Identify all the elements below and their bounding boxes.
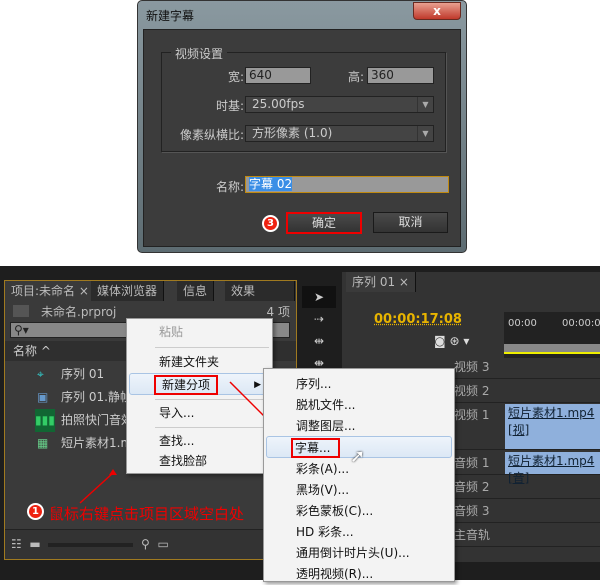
dialog-title: 新建字幕: [146, 9, 195, 23]
search-icon: ⚲▾: [14, 323, 29, 337]
divider: [155, 347, 269, 348]
ok-button[interactable]: 确定: [286, 212, 362, 234]
snap-icon[interactable]: ◙ ⊛ ▾: [434, 334, 469, 348]
width-label: 宽:: [227, 70, 244, 84]
menu-item-find-faces[interactable]: 查找脸部: [127, 450, 272, 472]
name-label: 名称:: [215, 180, 244, 194]
item-label: 序列 01: [61, 367, 105, 381]
timecode[interactable]: 00:00:17:08: [374, 312, 462, 327]
panel-footer: ☷ ▬ ⚲ ▭: [5, 529, 296, 559]
column-name-label: 名称: [13, 344, 38, 358]
audio-clip[interactable]: 短片素材1.mp4 [音]: [505, 452, 600, 485]
par-value: 方形像素 (1.0): [252, 126, 333, 140]
track-select-icon[interactable]: ⇢: [302, 308, 336, 330]
submenu-item-offline-file[interactable]: 脱机文件...: [264, 394, 454, 416]
menu-item-paste[interactable]: 粘贴: [127, 321, 272, 343]
chevron-down-icon: ▼: [417, 126, 433, 141]
submenu-item-adjustment-layer[interactable]: 调整图层...: [264, 415, 454, 437]
width-input[interactable]: 640: [245, 67, 311, 84]
submenu-item-color-matte[interactable]: 彩色蒙板(C)...: [264, 500, 454, 522]
submenu-item-transparent-video[interactable]: 透明视频(R)...: [264, 563, 454, 585]
menu-item-label: 新建分项: [154, 375, 219, 395]
ruler-label: 00:00:05: [562, 318, 600, 329]
height-label: 高:: [347, 70, 364, 84]
tab-media-browser[interactable]: 媒体浏览器: [91, 281, 165, 301]
folder-icon[interactable]: ▭: [157, 537, 168, 551]
name-input[interactable]: 字幕 02: [245, 176, 449, 193]
video-clip-icon: ▦: [37, 436, 49, 450]
annotation-text: 鼠标右键点击项目区域空白处: [49, 505, 245, 523]
icon-view-icon[interactable]: ▬: [29, 537, 40, 551]
submenu-item-black-video[interactable]: 黑场(V)...: [264, 479, 454, 501]
close-button[interactable]: x: [413, 2, 461, 20]
par-select[interactable]: 方形像素 (1.0) ▼: [245, 125, 434, 142]
item-label: 序列 01.静帧: [61, 390, 132, 404]
tab-project[interactable]: 项目:未命名 ×: [5, 281, 96, 301]
project-file: 未命名.prproj: [41, 305, 117, 319]
mouse-cursor-icon: ➚: [350, 446, 366, 467]
timebase-select[interactable]: 25.00fps ▼: [245, 96, 434, 113]
submenu-item-hd-bars[interactable]: HD 彩条...: [264, 521, 454, 543]
ruler-label: 00:00: [508, 318, 537, 329]
cancel-button[interactable]: 取消: [373, 212, 448, 233]
item-label: 拍照快门音效: [61, 413, 134, 427]
work-area-bar[interactable]: [504, 344, 600, 354]
new-title-dialog: 新建字幕 x 视频设置 宽: 640 高: 360 时基: 25.00fps ▼ …: [137, 0, 467, 253]
submenu-item-countdown[interactable]: 通用倒计时片头(U)...: [264, 542, 454, 564]
submenu-item-sequence[interactable]: 序列...: [264, 373, 454, 395]
chevron-down-icon: ▼: [417, 97, 433, 112]
name-value: 字幕 02: [249, 177, 293, 191]
tab-effects[interactable]: 效果: [225, 281, 295, 301]
folder-icon: [13, 305, 29, 317]
step-badge: 3: [262, 215, 279, 232]
selection-tool-icon[interactable]: ➤: [302, 286, 336, 308]
timebase-label: 时基:: [215, 99, 244, 113]
par-label: 像素纵横比:: [179, 128, 244, 142]
still-image-icon: ▣: [37, 390, 49, 404]
zoom-slider[interactable]: [48, 542, 134, 547]
time-ruler[interactable]: 00:00 00:00:05: [504, 312, 600, 358]
new-item-submenu: 序列... 脱机文件... 调整图层... 字幕... 彩条(A)... 黑场(…: [263, 368, 455, 582]
height-input[interactable]: 360: [367, 67, 434, 84]
search-icon[interactable]: ⚲: [141, 537, 150, 551]
audio-icon: ▮▮▮: [35, 409, 55, 432]
tab-sequence[interactable]: 序列 01 ×: [346, 272, 416, 292]
tab-info[interactable]: 信息: [177, 281, 215, 301]
menu-item-label: 字幕...: [291, 438, 341, 458]
ripple-edit-icon[interactable]: ⇹: [302, 330, 336, 352]
list-view-icon[interactable]: ☷: [11, 537, 22, 551]
menu-item-new-folder[interactable]: 新建文件夹: [127, 351, 272, 373]
sequence-icon: ⌖: [37, 367, 44, 381]
group-label: 视频设置: [171, 45, 228, 62]
step-badge: 1: [27, 503, 44, 520]
dialog-body: 视频设置 宽: 640 高: 360 时基: 25.00fps ▼ 像素纵横比: …: [143, 29, 461, 247]
timebase-value: 25.00fps: [252, 97, 305, 111]
video-clip[interactable]: 短片素材1.mp4 [视]: [505, 404, 600, 449]
